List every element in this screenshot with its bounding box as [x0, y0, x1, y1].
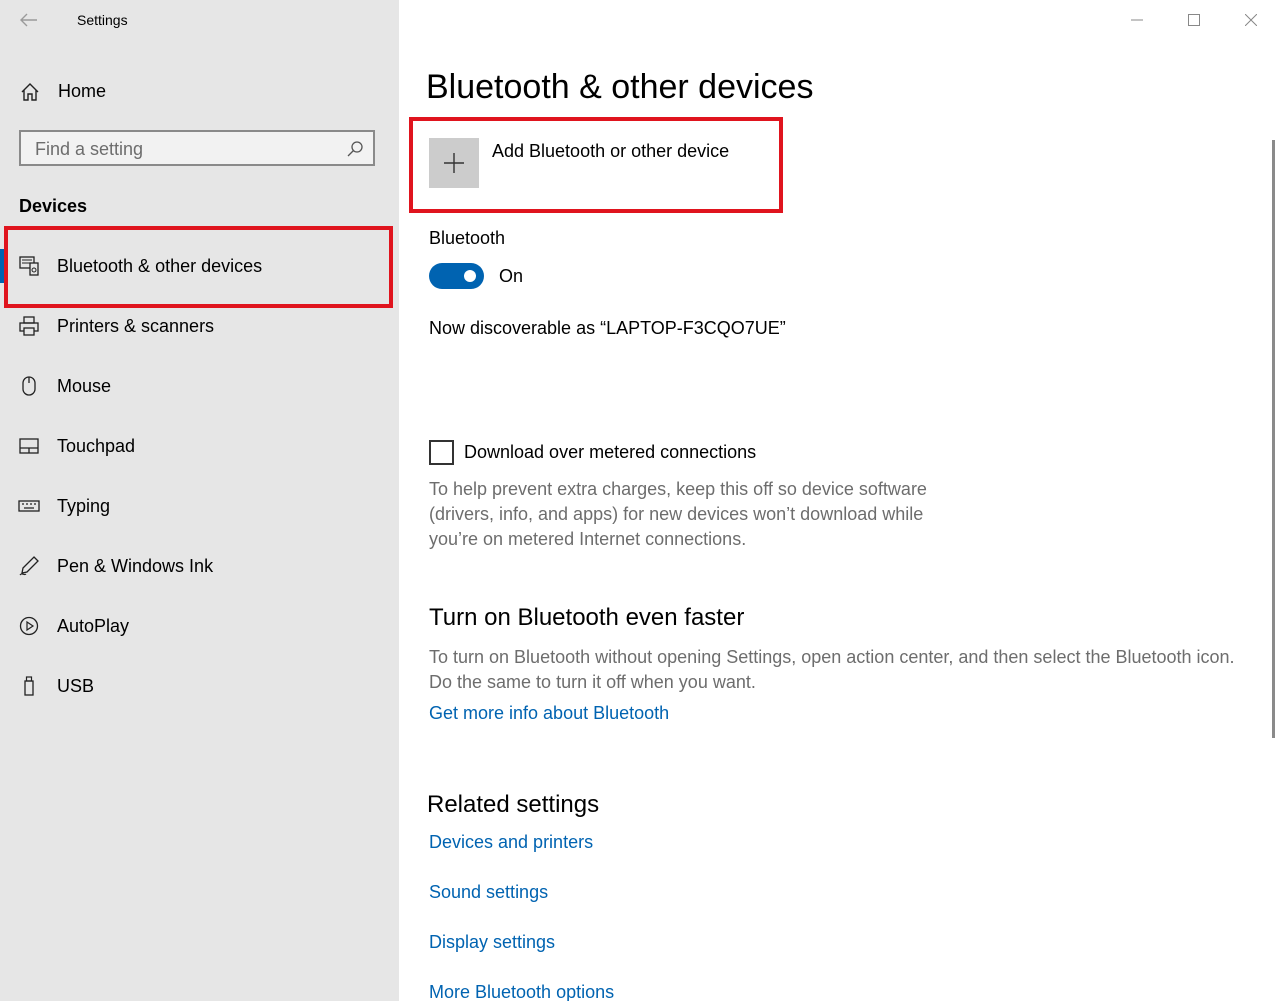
metered-checkbox[interactable] — [429, 440, 454, 465]
app-title: Settings — [77, 12, 128, 28]
metered-help-text: To help prevent extra charges, keep this… — [429, 479, 927, 549]
sidebar-item-label: USB — [57, 676, 95, 696]
toggle-knob — [464, 270, 476, 282]
autoplay-icon — [19, 616, 39, 636]
maximize-button[interactable] — [1165, 0, 1222, 40]
display-settings-link[interactable]: Display settings — [429, 932, 555, 953]
sidebar-item-label: Touchpad — [57, 436, 136, 456]
pen-icon — [19, 556, 39, 576]
touchpad-icon — [19, 438, 39, 454]
bluetooth-toggle[interactable] — [429, 263, 484, 289]
related-settings-heading: Related settings — [427, 791, 600, 818]
sidebar-item-typing[interactable]: Typing — [0, 483, 399, 529]
page-title: Bluetooth & other devices — [426, 68, 814, 106]
home-label: Home — [58, 81, 107, 101]
sidebar: Settings Home Devices Bluetooth & ot — [0, 0, 399, 1001]
highlight-box-nav — [4, 226, 393, 308]
faster-heading: Turn on Bluetooth even faster — [429, 604, 745, 631]
sidebar-item-label: AutoPlay — [57, 616, 130, 636]
window-controls — [1108, 0, 1279, 40]
close-icon — [1244, 14, 1257, 26]
sidebar-item-mouse[interactable]: Mouse — [0, 363, 399, 409]
settings-window: Settings Home Devices Bluetooth & ot — [0, 0, 1279, 1001]
sidebar-item-label: Printers & scanners — [57, 316, 215, 336]
metered-label: Download over metered connections — [464, 442, 757, 462]
search-box — [19, 130, 375, 166]
back-arrow-icon — [20, 13, 37, 27]
more-bluetooth-options-link[interactable]: More Bluetooth options — [429, 982, 614, 1001]
sidebar-item-printers[interactable]: Printers & scanners — [0, 303, 399, 349]
discoverable-text: Now discoverable as “LAPTOP-F3CQO7UE” — [429, 318, 786, 338]
sound-settings-link[interactable]: Sound settings — [429, 882, 548, 903]
maximize-icon — [1187, 14, 1200, 26]
close-button[interactable] — [1222, 0, 1279, 40]
home-icon — [21, 83, 39, 101]
sidebar-item-autoplay[interactable]: AutoPlay — [0, 603, 399, 649]
sidebar-item-touchpad[interactable]: Touchpad — [0, 423, 399, 469]
more-info-link[interactable]: Get more info about Bluetooth — [429, 703, 669, 724]
sidebar-item-usb[interactable]: USB — [0, 663, 399, 709]
sidebar-item-pen[interactable]: Pen & Windows Ink — [0, 543, 399, 589]
sidebar-item-label: Mouse — [57, 376, 112, 396]
home-nav-item[interactable]: Home — [0, 72, 399, 112]
devices-and-printers-link[interactable]: Devices and printers — [429, 832, 593, 853]
bluetooth-state: On — [499, 266, 524, 286]
sidebar-item-label: Typing — [57, 496, 111, 516]
search-input[interactable] — [35, 138, 335, 160]
usb-icon — [24, 676, 34, 696]
minimize-button[interactable] — [1108, 0, 1165, 40]
scrollbar[interactable] — [1272, 140, 1275, 738]
faster-text: To turn on Bluetooth without opening Set… — [429, 647, 1235, 692]
minimize-icon — [1130, 19, 1143, 21]
printer-icon — [19, 316, 39, 336]
mouse-icon — [22, 376, 36, 396]
highlight-box-add — [409, 117, 783, 213]
devices-heading: Devices — [19, 196, 88, 216]
keyboard-icon — [18, 500, 40, 512]
back-button[interactable] — [14, 6, 44, 34]
bluetooth-label: Bluetooth — [429, 228, 506, 248]
sidebar-item-label: Pen & Windows Ink — [57, 556, 214, 576]
search-icon[interactable] — [346, 140, 364, 158]
